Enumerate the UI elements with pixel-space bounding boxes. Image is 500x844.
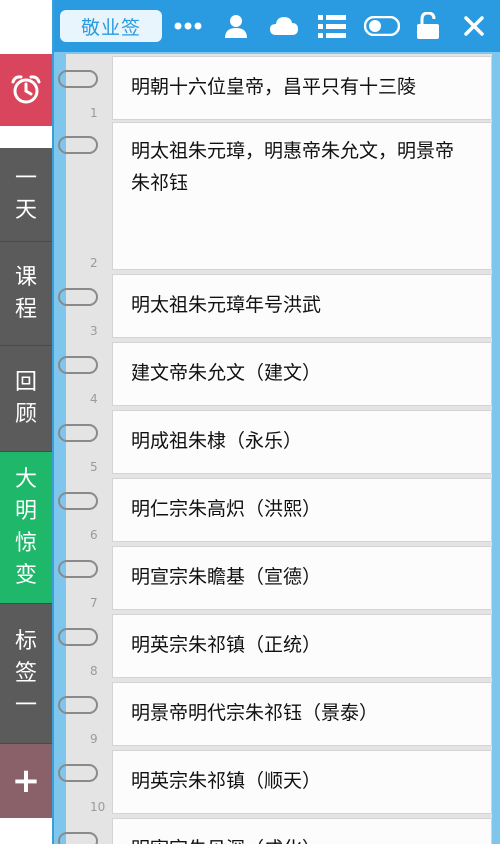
binder-ring-icon xyxy=(58,832,98,844)
note-gutter: 2 xyxy=(58,122,112,270)
note-number: 5 xyxy=(90,460,98,474)
note-item[interactable]: 11 明宪宗朱见深（成化） xyxy=(58,818,492,844)
note-text[interactable]: 明宣宗朱瞻基（宣德） xyxy=(112,546,492,610)
note-text[interactable]: 明太祖朱元璋，明惠帝朱允文，明景帝朱祁钰 xyxy=(112,122,492,270)
note-gutter: 4 xyxy=(58,342,112,406)
note-text[interactable]: 建文帝朱允文（建文） xyxy=(112,342,492,406)
tab-label-char: 明 xyxy=(14,498,37,524)
note-item[interactable]: 4 建文帝朱允文（建文） xyxy=(58,342,492,406)
note-item[interactable]: 10 明英宗朱祁镇（顺天） xyxy=(58,750,492,814)
binder-ring-icon xyxy=(58,560,98,578)
toolbar: 敬业签 xyxy=(54,0,500,52)
app-window: 一 天 课 程 回 顾 大 明 惊 变 标 签 一 + 敬业签 1 明朝十六位皇… xyxy=(0,0,500,844)
add-tab-button[interactable]: + xyxy=(0,744,52,818)
binder-ring-icon xyxy=(58,696,98,714)
close-icon[interactable] xyxy=(458,10,490,42)
note-item[interactable]: 5 明成祖朱棣（永乐） xyxy=(58,410,492,474)
note-gutter: 6 xyxy=(58,478,112,542)
category-rail: 一 天 课 程 回 顾 大 明 惊 变 标 签 一 + xyxy=(0,0,52,844)
note-gutter: 5 xyxy=(58,410,112,474)
tab-course[interactable]: 课 程 xyxy=(0,242,52,346)
note-gutter: 3 xyxy=(58,274,112,338)
plus-icon: + xyxy=(11,761,41,801)
tab-label-char: 课 xyxy=(14,264,37,290)
note-gutter: 9 xyxy=(58,682,112,746)
note-item[interactable]: 7 明宣宗朱瞻基（宣德） xyxy=(58,546,492,610)
toggle-icon[interactable] xyxy=(362,10,402,42)
note-item[interactable]: 8 明英宗朱祁镇（正统） xyxy=(58,614,492,678)
tab-label-char: 惊 xyxy=(14,530,37,556)
note-item[interactable]: 2 明太祖朱元璋，明惠帝朱允文，明景帝朱祁钰 xyxy=(58,122,492,270)
tab-label-char: 天 xyxy=(14,197,37,223)
note-text[interactable]: 明英宗朱祁镇（顺天） xyxy=(112,750,492,814)
tab-review[interactable]: 回 顾 xyxy=(0,346,52,452)
binder-ring-icon xyxy=(58,628,98,646)
note-gutter: 1 xyxy=(58,56,112,120)
tab-label-char: 标 xyxy=(14,628,37,654)
binder-ring-icon xyxy=(58,136,98,154)
binder-ring-icon xyxy=(58,70,98,88)
note-text[interactable]: 明景帝明代宗朱祁钰（景泰） xyxy=(112,682,492,746)
note-number: 6 xyxy=(90,528,98,542)
note-number: 1 xyxy=(90,106,98,120)
tab-label-char: 回 xyxy=(14,369,37,395)
notes-panel: 敬业签 1 明朝十六位皇帝，昌平只有十三陵 2 明太祖朱元璋，明惠帝朱允文，明景… xyxy=(52,0,500,844)
cloud-icon[interactable] xyxy=(268,10,300,42)
note-number: 3 xyxy=(90,324,98,338)
tab-one-day[interactable]: 一 天 xyxy=(0,148,52,242)
tab-label-char: 顾 xyxy=(14,401,37,427)
user-icon[interactable] xyxy=(220,10,252,42)
note-number: 2 xyxy=(90,256,98,270)
tab-label-char: 签 xyxy=(14,660,37,686)
note-number: 4 xyxy=(90,392,98,406)
tab-ming-crisis[interactable]: 大 明 惊 变 xyxy=(0,452,52,604)
binder-ring-icon xyxy=(58,764,98,782)
note-text[interactable]: 明成祖朱棣（永乐） xyxy=(112,410,492,474)
binder-ring-icon xyxy=(58,356,98,374)
alarm-tab[interactable] xyxy=(0,54,52,126)
note-text[interactable]: 明英宗朱祁镇（正统） xyxy=(112,614,492,678)
note-gutter: 10 xyxy=(58,750,112,814)
note-number: 8 xyxy=(90,664,98,678)
note-item[interactable]: 9 明景帝明代宗朱祁钰（景泰） xyxy=(58,682,492,746)
note-gutter: 7 xyxy=(58,546,112,610)
app-logo: 敬业签 xyxy=(60,10,162,42)
note-item[interactable]: 3 明太祖朱元璋年号洪武 xyxy=(58,274,492,338)
tab-label-char: 一 xyxy=(14,692,37,718)
note-text[interactable]: 明宪宗朱见深（成化） xyxy=(112,818,492,844)
note-gutter: 11 xyxy=(58,818,112,844)
note-item[interactable]: 6 明仁宗朱高炽（洪熙） xyxy=(58,478,492,542)
alarm-clock-icon xyxy=(11,75,41,104)
binder-ring-icon xyxy=(58,424,98,442)
notes-list[interactable]: 1 明朝十六位皇帝，昌平只有十三陵 2 明太祖朱元璋，明惠帝朱允文，明景帝朱祁钰… xyxy=(58,54,492,844)
unlock-icon[interactable] xyxy=(412,10,444,42)
more-icon[interactable] xyxy=(172,10,204,42)
note-gutter: 8 xyxy=(58,614,112,678)
binder-ring-icon xyxy=(58,492,98,510)
tab-label-char: 大 xyxy=(14,466,37,492)
list-icon[interactable] xyxy=(316,10,348,42)
binder-ring-icon xyxy=(58,288,98,306)
tab-label-one[interactable]: 标 签 一 xyxy=(0,604,52,744)
note-text[interactable]: 明仁宗朱高炽（洪熙） xyxy=(112,478,492,542)
tab-label-char: 一 xyxy=(14,165,37,191)
note-text[interactable]: 明朝十六位皇帝，昌平只有十三陵 xyxy=(112,56,492,120)
tab-label-char: 变 xyxy=(14,562,37,588)
note-number: 7 xyxy=(90,596,98,610)
note-item[interactable]: 1 明朝十六位皇帝，昌平只有十三陵 xyxy=(58,56,492,120)
note-number: 9 xyxy=(90,732,98,746)
tab-label-char: 程 xyxy=(14,296,37,322)
note-number: 10 xyxy=(90,800,106,814)
note-text[interactable]: 明太祖朱元璋年号洪武 xyxy=(112,274,492,338)
